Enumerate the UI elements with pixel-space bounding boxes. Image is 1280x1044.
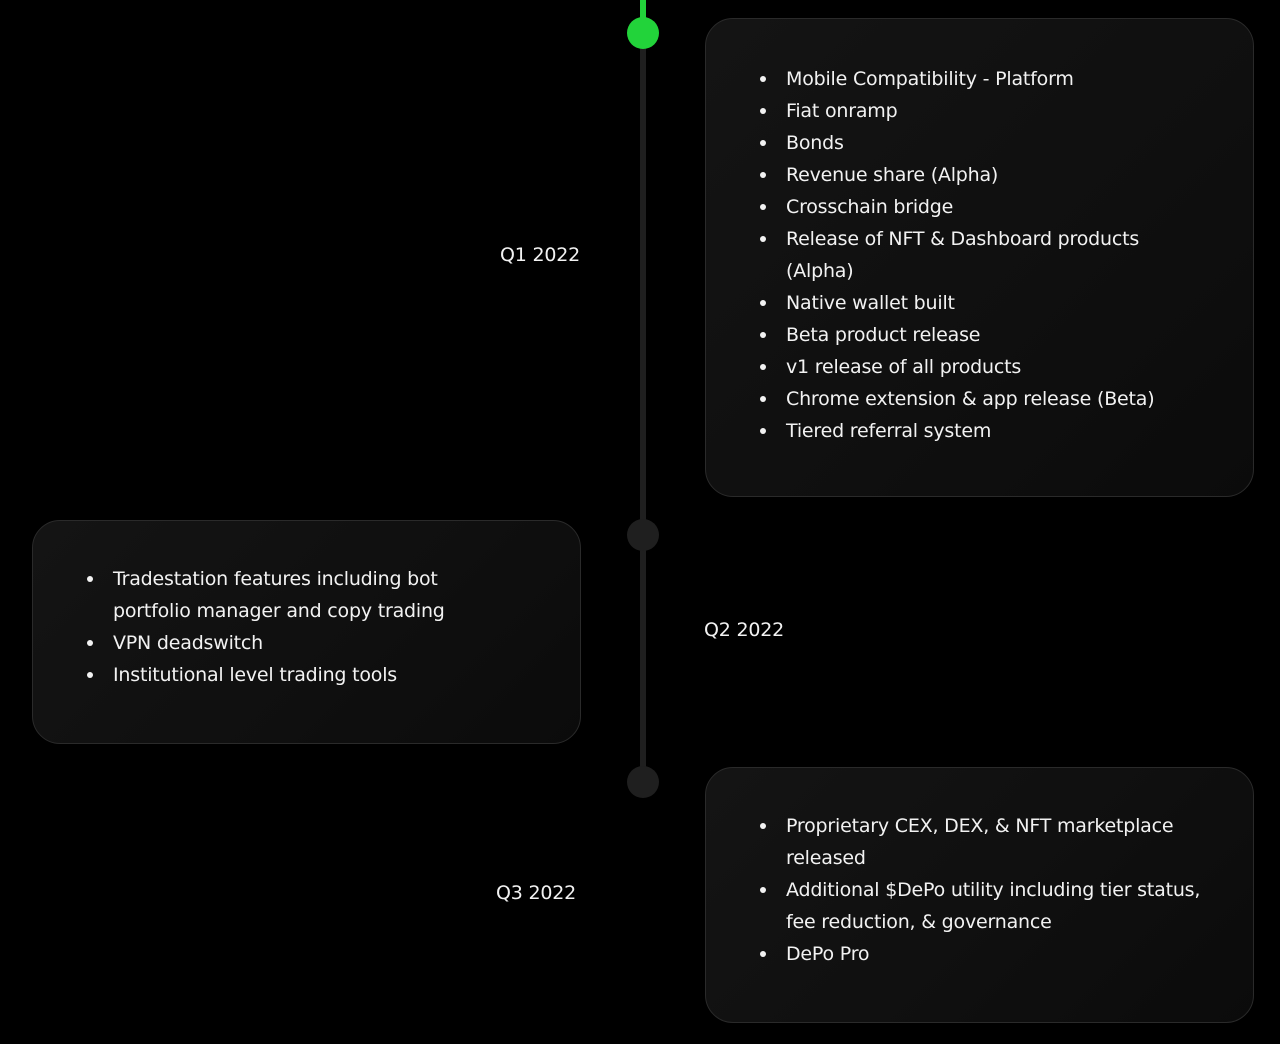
list-item: Beta product release — [760, 319, 1230, 351]
list-item: v1 release of all products — [760, 351, 1230, 383]
list-item: Chrome extension & app release (Beta) — [760, 383, 1230, 415]
list-item: Tradestation features including bot port… — [87, 563, 517, 627]
list-item: VPN deadswitch — [87, 627, 517, 659]
list-item: Crosschain bridge — [760, 191, 1230, 223]
list-item: Release of NFT & Dashboard products (Alp… — [760, 223, 1200, 287]
list-item: DePo Pro — [760, 938, 1220, 970]
milestone-dot-q2 — [627, 519, 659, 551]
milestone-card-q1: Mobile Compatibility - Platform Fiat onr… — [705, 18, 1254, 497]
milestone-card-q2: Tradestation features including bot port… — [32, 520, 581, 744]
list-item: Tiered referral system — [760, 415, 1230, 447]
milestone-list-q3: Proprietary CEX, DEX, & NFT marketplace … — [760, 810, 1220, 970]
milestone-list-q1: Mobile Compatibility - Platform Fiat onr… — [760, 63, 1230, 447]
list-item: Native wallet built — [760, 287, 1230, 319]
list-item: Revenue share (Alpha) — [760, 159, 1230, 191]
roadmap-timeline: Q1 2022 Mobile Compatibility - Platform … — [0, 0, 1280, 1044]
quarter-label-q1: Q1 2022 — [500, 244, 581, 266]
quarter-label-q2: Q2 2022 — [704, 619, 785, 641]
milestone-list-q2: Tradestation features including bot port… — [87, 563, 517, 691]
milestone-dot-q1 — [627, 17, 659, 49]
list-item: Institutional level trading tools — [87, 659, 517, 691]
milestone-dot-q3 — [627, 766, 659, 798]
list-item: Fiat onramp — [760, 95, 1230, 127]
timeline-line — [640, 34, 646, 782]
list-item: Proprietary CEX, DEX, & NFT marketplace … — [760, 810, 1220, 874]
list-item: Additional $DePo utility including tier … — [760, 874, 1220, 938]
quarter-label-q3: Q3 2022 — [496, 882, 577, 904]
list-item: Mobile Compatibility - Platform — [760, 63, 1230, 95]
list-item: Bonds — [760, 127, 1230, 159]
milestone-card-q3: Proprietary CEX, DEX, & NFT marketplace … — [705, 767, 1254, 1023]
